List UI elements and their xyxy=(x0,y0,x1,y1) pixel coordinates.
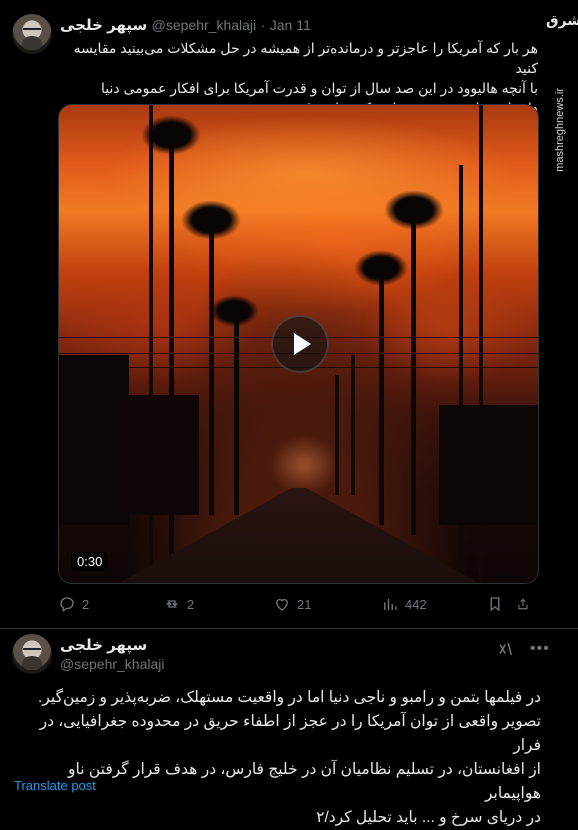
bookmark-icon xyxy=(490,597,500,612)
tweet-text-line: در فیلمها بتمن و رامبو و ناجی دنیا اما د… xyxy=(38,689,541,706)
views-button[interactable]: 442 xyxy=(381,595,486,613)
reply-count: 2 xyxy=(82,596,90,612)
author-handle[interactable]: @sepehr_khalaji xyxy=(152,17,257,33)
views-icon xyxy=(384,598,397,610)
author-name[interactable]: سپهر خلجی xyxy=(60,636,147,654)
avatar[interactable] xyxy=(12,634,52,674)
tweet-text-line: با آنچه هالیوود در این صد سال از توان و … xyxy=(100,80,538,96)
retweet-button[interactable]: 2 xyxy=(163,595,273,613)
tweet-actions: 2 2 21 442 xyxy=(58,594,538,614)
watermark-logo: مشرق xyxy=(546,12,578,28)
tweet-text-line: در دریای سرخ و ... باید تحلیل کرد/۲ xyxy=(316,809,541,826)
tweet-date[interactable]: Jan 11 xyxy=(270,17,311,33)
separator: · xyxy=(260,17,266,33)
reply-icon xyxy=(60,597,74,613)
like-button[interactable]: 21 xyxy=(273,595,381,613)
share-button[interactable] xyxy=(516,595,536,613)
share-icon xyxy=(518,598,528,610)
like-count: 21 xyxy=(297,596,312,612)
author-name[interactable]: سپهر خلجی xyxy=(60,17,147,34)
play-button[interactable] xyxy=(271,315,329,373)
author-handle[interactable]: @sepehr_khalaji xyxy=(60,656,165,672)
views-count: 442 xyxy=(405,596,427,612)
tweet-text-line: تصویر واقعی از توان آمریکا را در عجز از … xyxy=(39,713,541,754)
reply-button[interactable]: 2 xyxy=(58,595,163,613)
grok-icon[interactable] xyxy=(497,640,515,658)
bookmark-button[interactable] xyxy=(486,595,516,613)
tweet-text: در فیلمها بتمن و رامبو و ناجی دنیا اما د… xyxy=(18,686,541,830)
tweet-header: سپهر خلجی @sepehr_khalaji · Jan 11 xyxy=(60,16,311,35)
retweet-count: 2 xyxy=(187,596,195,612)
watermark-url: mashreghnews.ir xyxy=(554,88,566,172)
video-duration: 0:30 xyxy=(71,552,109,571)
avatar[interactable] xyxy=(12,14,52,54)
more-options-icon[interactable]: ••• xyxy=(530,640,550,658)
video-player[interactable]: 0:30 xyxy=(58,104,539,584)
translate-post-link[interactable]: Translate post xyxy=(14,778,96,793)
retweet-icon xyxy=(166,600,178,608)
tweet-text-line: از افغانستان، در تسلیم نظامیان آن در خلی… xyxy=(68,761,541,802)
tweet-divider xyxy=(0,628,578,629)
tweet-text-line: هر بار که آمریکا را عاجزتر و درمانده‌تر … xyxy=(73,40,538,76)
heart-icon xyxy=(276,598,288,611)
tweet-1[interactable]: سپهر خلجی @sepehr_khalaji · Jan 11 هر با… xyxy=(0,0,578,628)
